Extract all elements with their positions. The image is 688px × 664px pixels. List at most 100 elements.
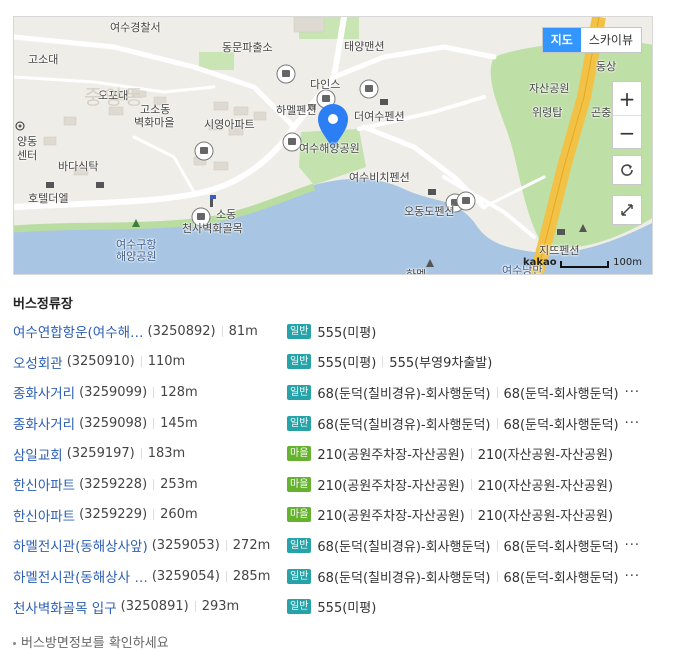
divider xyxy=(225,539,227,551)
map-type-map-button[interactable]: 지도 xyxy=(542,28,581,52)
bus-stop-id: (3259054) xyxy=(151,568,220,584)
place-label: 동상 xyxy=(596,60,617,73)
more-routes-button[interactable]: ··· xyxy=(625,538,640,553)
map-type-toggle: 지도 스카이뷰 xyxy=(541,27,642,53)
bus-stop-distance: 272m xyxy=(232,537,271,553)
bus-route[interactable]: 68(둔덕(칠비경유)-회사행둔덕) xyxy=(317,567,490,586)
bus-route[interactable]: 555(미평) xyxy=(317,597,376,616)
more-routes-button[interactable]: ··· xyxy=(625,416,640,431)
more-routes-button[interactable]: ··· xyxy=(625,569,640,584)
bus-stop-distance: 110m xyxy=(147,354,186,370)
bus-stop-id: (3250892) xyxy=(147,323,216,339)
more-routes-button[interactable]: ··· xyxy=(625,385,640,400)
bus-stop-icon xyxy=(456,191,476,211)
bus-type-badge: 마을 xyxy=(287,446,312,462)
bus-stop-id: (3259229) xyxy=(79,507,148,523)
bus-route[interactable]: 68(둔덕-회사행둔덕) xyxy=(504,536,619,555)
bus-stop-id: (3259228) xyxy=(79,476,148,492)
bus-stop-distance: 260m xyxy=(160,507,198,523)
bus-stop-info: 하멜전시관(동해상사앞) (3259053) 272m xyxy=(13,535,287,556)
bus-route[interactable]: 210(자산공원-자산공원) xyxy=(478,505,613,524)
divider xyxy=(225,570,227,582)
bus-stop-name-link[interactable]: 삼일교회 xyxy=(13,444,63,464)
bus-route[interactable]: 210(자산공원-자산공원) xyxy=(478,475,613,494)
place-label: 곤충 xyxy=(591,106,612,119)
bus-stop-name-link[interactable]: 종화사거리 xyxy=(13,382,75,402)
bus-stop-icon xyxy=(276,64,296,84)
bus-stop-name-link[interactable]: 한신아파트 xyxy=(13,505,75,525)
bus-type-badge: 일반 xyxy=(287,354,312,370)
divider xyxy=(496,570,498,582)
bus-stop-name-link[interactable]: 오성회관 xyxy=(13,352,63,372)
divider xyxy=(140,448,142,460)
scale-bar xyxy=(560,261,610,268)
map-scale: 100m xyxy=(560,257,642,268)
bus-route[interactable]: 68(둔덕(칠비경유)-회사행둔덕) xyxy=(317,383,490,402)
bus-route[interactable]: 210(자산공원-자산공원) xyxy=(478,444,613,463)
bus-route[interactable]: 210(공원주차장-자산공원) xyxy=(317,505,464,524)
place-label: 천사벽화골목 xyxy=(182,222,243,235)
bus-route[interactable]: 555(부영9차출발) xyxy=(389,352,492,371)
divider xyxy=(496,417,498,429)
bus-route[interactable]: 210(공원주차장-자산공원) xyxy=(317,475,464,494)
fullscreen-button[interactable] xyxy=(612,195,642,225)
scale-label: 100m xyxy=(613,257,642,268)
bus-stop-distance: 293m xyxy=(201,599,240,615)
expand-icon xyxy=(621,204,633,216)
place-label: 하멜 xyxy=(406,268,427,275)
place-label: 위령탑 xyxy=(532,106,563,119)
refresh-button[interactable] xyxy=(612,155,642,185)
bus-stop-name-link[interactable]: 하멜전시관(동해상사앞) xyxy=(13,535,148,555)
divider xyxy=(153,509,155,521)
map-provider-logo: kakao xyxy=(523,257,557,268)
bus-route[interactable]: 555(미평) xyxy=(317,352,376,371)
bus-stop-id: (3259098) xyxy=(79,415,148,431)
bus-route[interactable]: 68(둔덕-회사행둔덕) xyxy=(504,567,619,586)
divider xyxy=(194,601,196,613)
divider xyxy=(153,417,155,429)
place-label: 여수해양공원 xyxy=(299,142,360,155)
place-label: 자산공원 xyxy=(529,82,570,95)
place-label: 해양공원 xyxy=(116,250,157,263)
place-label: 벽화마을 xyxy=(134,116,175,129)
place-label: 양동 xyxy=(17,135,38,148)
bus-stop-row: 하멜전시관(동해상사 … (3259054) 285m 일반 68(둔덕(칠비경유)-회… xyxy=(13,561,673,592)
bus-stop-info: 삼일교회 (3259197) 183m xyxy=(13,444,287,464)
bus-route[interactable]: 555(미평) xyxy=(317,322,376,341)
divider xyxy=(470,478,472,490)
bus-stop-distance: 253m xyxy=(160,476,198,492)
bus-route[interactable]: 210(공원주차장-자산공원) xyxy=(317,444,464,463)
place-label: 하멜펜션 xyxy=(276,104,317,117)
place-label: 호텔더엘 xyxy=(28,192,69,205)
bus-stop-name-link[interactable]: 하멜전시관(동해상사 … xyxy=(13,566,148,586)
bus-stop-icon xyxy=(194,141,214,161)
bus-route[interactable]: 68(둔덕-회사행둔덕) xyxy=(504,383,619,402)
bus-stop-name-link[interactable]: 천사벽화골목 입구 xyxy=(13,597,117,617)
bus-stop-info: 종화사거리 (3259098) 145m xyxy=(13,413,287,434)
bus-route[interactable]: 68(둔덕-회사행둔덕) xyxy=(504,414,619,433)
zoom-in-button[interactable]: + xyxy=(613,82,641,116)
bus-stop-row: 오성회관 (3250910) 110m 일반 555(미평) 555(부영9차출발) xyxy=(13,347,673,378)
bus-stop-distance: 128m xyxy=(160,384,198,400)
zoom-out-button[interactable]: − xyxy=(613,116,641,149)
bus-route[interactable]: 68(둔덕(칠비경유)-회사행둔덕) xyxy=(317,414,490,433)
green-patch xyxy=(199,52,234,70)
bus-stop-name-link[interactable]: 여수연합항운(여수해… xyxy=(13,321,144,341)
bus-stop-name-link[interactable]: 종화사거리 xyxy=(13,413,75,433)
bus-stop-row: 종화사거리 (3259098) 145m 일반 68(둔덕(칠비경유)-회사행둔덕) 68… xyxy=(13,408,673,439)
footnote-text: 버스방면정보를 확인하세요 xyxy=(21,636,169,651)
bus-stop-info: 하멜전시관(동해상사 … (3259054) 285m xyxy=(13,566,287,587)
bus-type-badge: 마을 xyxy=(287,507,312,523)
bus-stop-list: 여수연합항운(여수해… (3250892) 81m 일반 555(미평) 오성회관 (325… xyxy=(13,316,673,622)
map-view[interactable]: 여수경찰서 동문파출소 태양맨션 고소대 오포대 중앙동 고소동 벽화마을 시영… xyxy=(13,16,653,275)
bus-stop-row: 한신아파트 (3259229) 260m 마을 210(공원주차장-자산공원) 210(자… xyxy=(13,500,673,531)
bus-stop-name-link[interactable]: 한신아파트 xyxy=(13,474,75,494)
bus-stop-info: 한신아파트 (3259228) 253m xyxy=(13,474,287,495)
zoom-control: + − xyxy=(612,81,642,149)
divider xyxy=(470,509,472,521)
map-type-skyview-button[interactable]: 스카이뷰 xyxy=(581,28,641,52)
bus-type-badge: 일반 xyxy=(287,415,312,431)
bus-stop-row: 천사벽화골목 입구 (3250891) 293m 일반 555(미평) xyxy=(13,591,673,622)
bus-route[interactable]: 68(둔덕(칠비경유)-회사행둔덕) xyxy=(317,536,490,555)
divider xyxy=(153,386,155,398)
